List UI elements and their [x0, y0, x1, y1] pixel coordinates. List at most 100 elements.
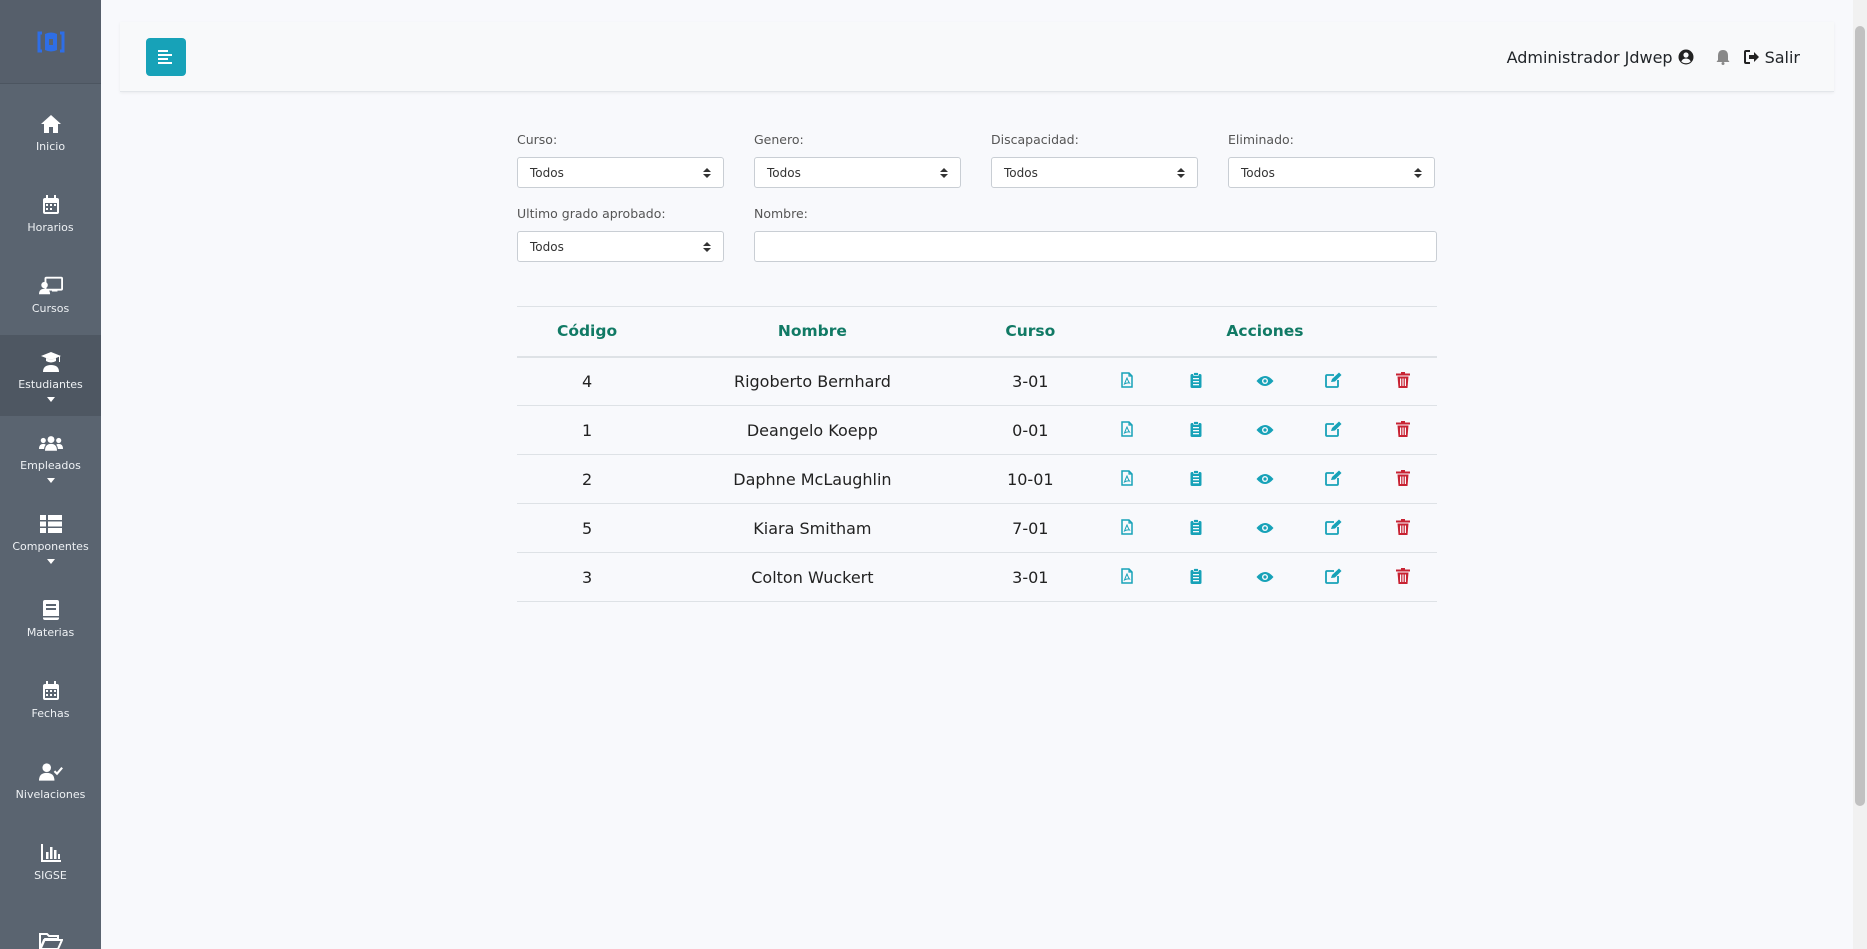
clipboard-list-icon[interactable]	[1186, 419, 1206, 439]
cell-action-view	[1230, 454, 1300, 504]
filter-label: Curso:	[517, 132, 558, 147]
cell-action-pdf	[1092, 503, 1162, 553]
app-logo[interactable]	[0, 0, 101, 84]
clipboard-list-icon[interactable]	[1186, 468, 1206, 488]
sidebar-toggle-button[interactable]	[146, 38, 186, 76]
sidebar-item-label: Materias	[26, 626, 75, 639]
edit-icon[interactable]	[1324, 419, 1344, 439]
eye-icon[interactable]	[1255, 420, 1275, 440]
notifications-button[interactable]	[1716, 49, 1730, 65]
sidebar-item-label: Cursos	[31, 302, 70, 315]
eliminado-select[interactable]: Todos	[1228, 157, 1435, 188]
cell-action-clipboard	[1161, 503, 1231, 553]
sort-arrows-icon	[1177, 167, 1185, 178]
align-left-icon	[158, 50, 172, 64]
cell-action-edit	[1299, 405, 1369, 455]
bell-icon	[1716, 50, 1730, 65]
logout-button[interactable]: Salir	[1743, 48, 1800, 67]
edit-icon[interactable]	[1324, 517, 1344, 537]
cell-curso: 0-01	[967, 405, 1093, 455]
graduate-icon	[39, 350, 63, 374]
eye-icon[interactable]	[1255, 371, 1275, 391]
file-pdf-icon[interactable]	[1117, 419, 1137, 439]
trash-icon[interactable]	[1393, 419, 1413, 439]
trash-icon[interactable]	[1393, 517, 1413, 537]
sidebar-item-inicio[interactable]: Inicio	[0, 92, 101, 173]
clipboard-list-icon[interactable]	[1186, 566, 1206, 586]
select-value: Todos	[767, 165, 801, 180]
sidebar-item-label: Horarios	[27, 221, 74, 234]
sidebar-item-archivos[interactable]	[0, 902, 101, 949]
file-pdf-icon[interactable]	[1117, 370, 1137, 390]
cell-action-pdf	[1092, 356, 1162, 406]
sidebar-item-horarios[interactable]: Horarios	[0, 173, 101, 254]
table-row: 2 Daphne McLaughlin 10-01	[517, 454, 1437, 504]
users-icon	[38, 431, 63, 455]
cell-action-delete	[1368, 503, 1437, 553]
sidebar-item-sigse[interactable]: SIGSE	[0, 821, 101, 902]
trash-icon[interactable]	[1393, 566, 1413, 586]
column-header-nombre[interactable]: Nombre	[657, 306, 968, 358]
cell-nombre: Rigoberto Bernhard	[657, 356, 968, 406]
cell-codigo: 1	[517, 405, 658, 455]
edit-icon[interactable]	[1324, 468, 1344, 488]
ultimo-grado-select[interactable]: Todos	[517, 231, 724, 262]
file-pdf-icon[interactable]	[1117, 517, 1137, 537]
select-value: Todos	[1241, 165, 1275, 180]
sign-out-icon	[1743, 50, 1759, 64]
cell-action-view	[1230, 503, 1300, 553]
sidebar-item-cursos[interactable]: Cursos	[0, 254, 101, 335]
home-icon	[39, 112, 63, 136]
select-value: Todos	[530, 239, 564, 254]
file-pdf-icon[interactable]	[1117, 468, 1137, 488]
sidebar-item-label: Empleados	[20, 458, 81, 472]
filter-eliminado: Eliminado: Todos	[1228, 132, 1435, 188]
eye-icon[interactable]	[1255, 567, 1275, 587]
select-value: Todos	[1004, 165, 1038, 180]
topbar: Administrador Jdwep Salir	[120, 22, 1834, 92]
edit-icon[interactable]	[1324, 566, 1344, 586]
discapacidad-select[interactable]: Todos	[991, 157, 1198, 188]
filter-ultimo-grado: Ultimo grado aprobado: Todos	[517, 206, 724, 262]
sidebar-item-estudiantes[interactable]: Estudiantes	[0, 335, 101, 416]
cell-codigo: 2	[517, 454, 658, 504]
curso-select[interactable]: Todos	[517, 157, 724, 188]
chevron-down-icon	[46, 396, 55, 402]
sidebar-item-componentes[interactable]: Componentes	[0, 497, 101, 578]
sidebar-item-fechas[interactable]: Fechas	[0, 659, 101, 740]
scrollbar[interactable]	[1853, 0, 1867, 949]
sidebar-item-label: Componentes	[12, 539, 89, 553]
cell-action-clipboard	[1161, 454, 1231, 504]
sidebar-item-empleados[interactable]: Empleados	[0, 416, 101, 497]
column-header-curso[interactable]: Curso	[967, 306, 1093, 358]
cell-codigo: 5	[517, 503, 658, 553]
chevron-down-icon	[46, 558, 55, 564]
nombre-input[interactable]	[754, 231, 1437, 262]
user-menu[interactable]: Administrador Jdwep	[1507, 48, 1694, 67]
cell-action-edit	[1299, 454, 1369, 504]
file-pdf-icon[interactable]	[1117, 566, 1137, 586]
students-table: Código Nombre Curso Acciones 4 Rigoberto…	[517, 306, 1437, 602]
filter-label: Discapacidad:	[991, 132, 1079, 147]
eye-icon[interactable]	[1255, 469, 1275, 489]
edit-icon[interactable]	[1324, 370, 1344, 390]
eye-icon[interactable]	[1255, 518, 1275, 538]
genero-select[interactable]: Todos	[754, 157, 961, 188]
cell-curso: 3-01	[967, 356, 1093, 406]
trash-icon[interactable]	[1393, 370, 1413, 390]
sidebar-nav: Inicio Horarios Cursos Estudiantes Emple…	[0, 84, 101, 949]
cell-action-edit	[1299, 552, 1369, 602]
sidebar-item-nivelaciones[interactable]: Nivelaciones	[0, 740, 101, 821]
clipboard-list-icon[interactable]	[1186, 370, 1206, 390]
sidebar-item-materias[interactable]: Materias	[0, 578, 101, 659]
sidebar-item-label: Nivelaciones	[15, 788, 86, 801]
trash-icon[interactable]	[1393, 468, 1413, 488]
clipboard-list-icon[interactable]	[1186, 517, 1206, 537]
column-header-codigo[interactable]: Código	[517, 306, 658, 358]
table-row: 1 Deangelo Koepp 0-01	[517, 405, 1437, 455]
chalkboard-teacher-icon	[38, 274, 63, 298]
column-header-acciones: Acciones	[1092, 306, 1437, 358]
cell-action-view	[1230, 552, 1300, 602]
chart-bar-icon	[39, 841, 63, 865]
scrollbar-thumb[interactable]	[1855, 26, 1865, 806]
